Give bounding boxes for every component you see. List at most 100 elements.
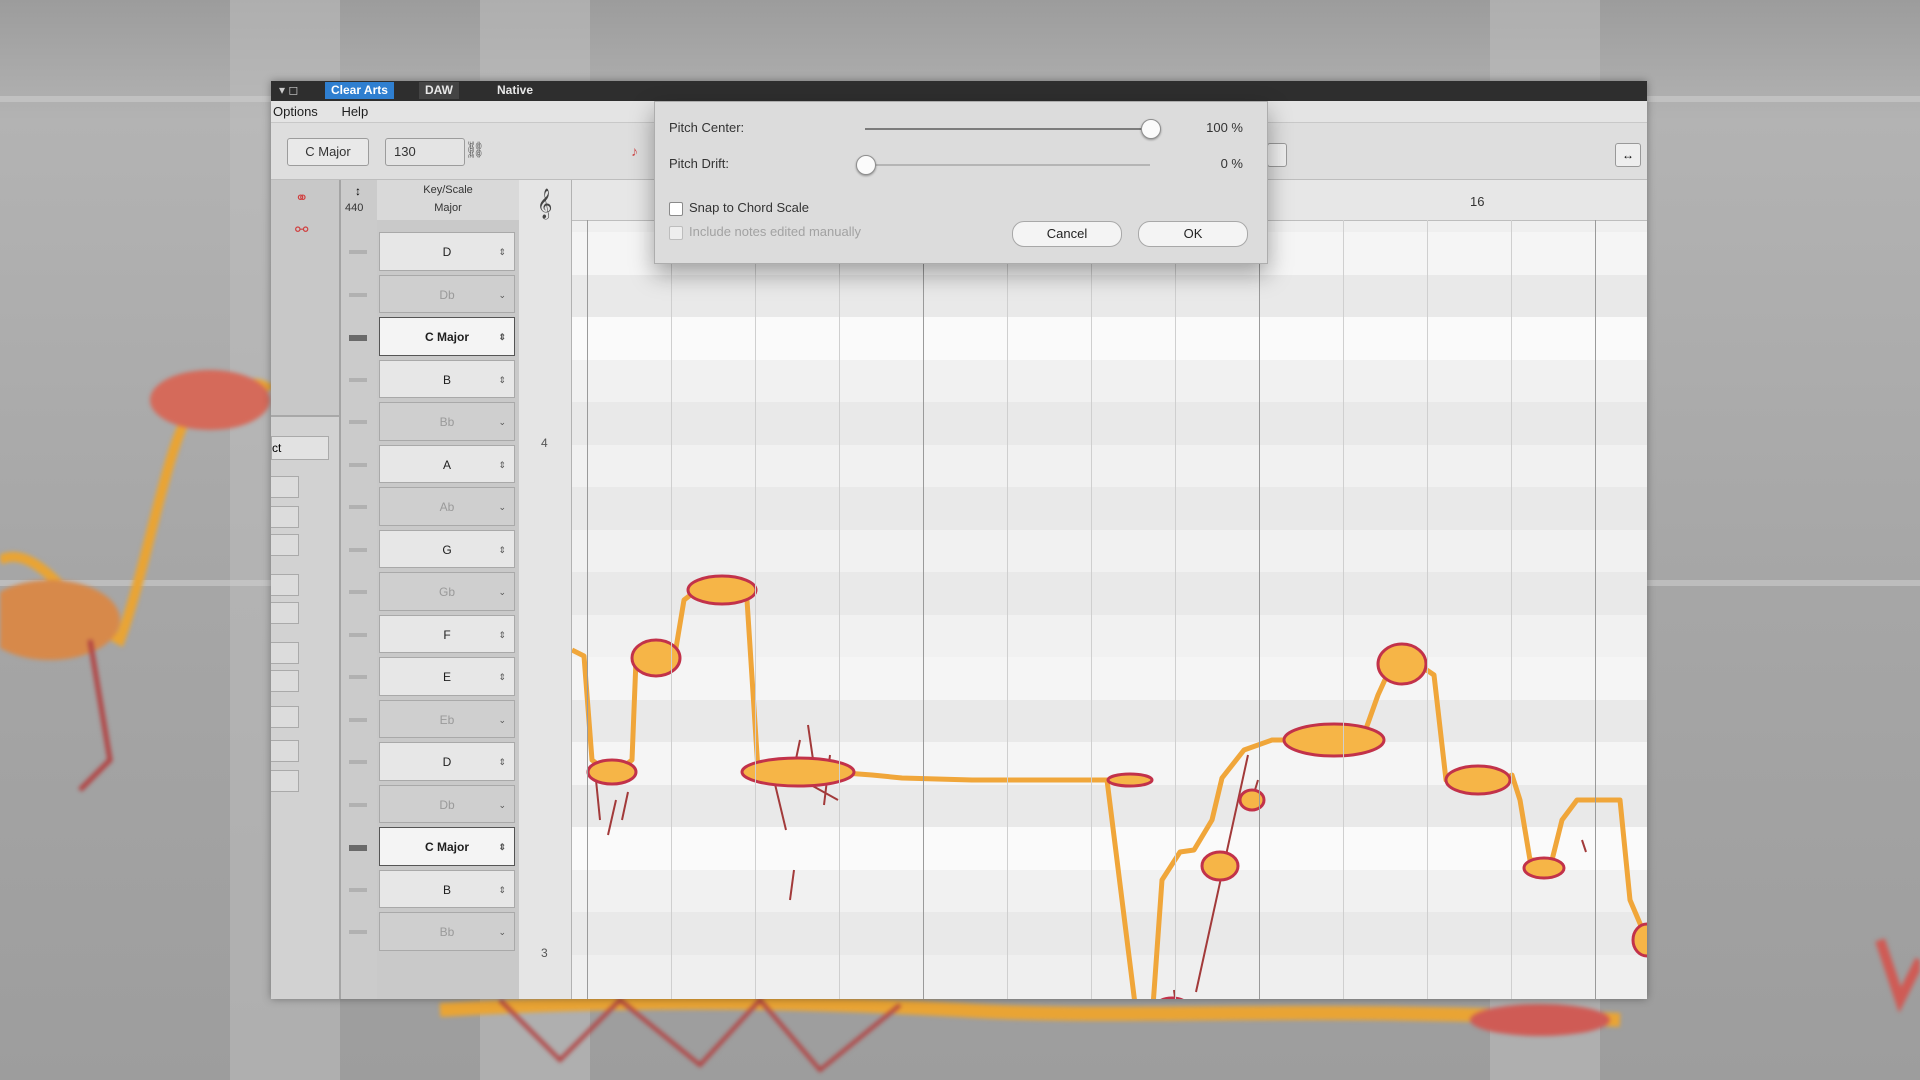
beat-line bbox=[671, 220, 672, 999]
stepper-icon[interactable]: ⌄ bbox=[498, 488, 506, 527]
pitch-center-slider[interactable] bbox=[865, 119, 1161, 139]
stepper-icon[interactable]: ⇕ bbox=[498, 743, 506, 782]
pitch-tool-icon[interactable]: ♪ bbox=[631, 143, 649, 165]
scale-note-natural[interactable]: A ⇕ bbox=[379, 444, 515, 485]
inspector-field[interactable] bbox=[271, 534, 299, 556]
pitch-drift-slider[interactable] bbox=[856, 155, 1150, 175]
note-blob[interactable] bbox=[1238, 788, 1266, 812]
scale-note-sharp[interactable]: Db ⌄ bbox=[379, 274, 515, 315]
scale-note-natural[interactable]: B ⇕ bbox=[379, 359, 515, 400]
zoom-tool-icon[interactable]: ↔ bbox=[1615, 143, 1641, 167]
inspector-field[interactable] bbox=[271, 602, 299, 624]
stepper-icon[interactable]: ⌄ bbox=[498, 573, 506, 612]
note-blob[interactable] bbox=[740, 756, 856, 788]
note-blob[interactable] bbox=[586, 758, 638, 786]
link-icon[interactable]: ⛓ bbox=[463, 138, 487, 164]
ok-button[interactable]: OK bbox=[1138, 221, 1248, 247]
stepper-icon[interactable]: ⇕ bbox=[498, 233, 506, 272]
ruler-arrow-icon[interactable]: ↕ bbox=[355, 184, 361, 198]
scale-note-major[interactable]: C Major ⇕ bbox=[379, 317, 515, 356]
note-editor-grid[interactable]: 16 bbox=[572, 180, 1647, 999]
correct-button[interactable]: ct bbox=[271, 436, 329, 460]
tempo-field[interactable]: 130 bbox=[385, 138, 465, 166]
scale-note-sharp[interactable]: Eb ⌄ bbox=[379, 699, 515, 740]
stepper-icon[interactable]: ⇕ bbox=[498, 616, 506, 655]
stepper-icon[interactable]: ⌄ bbox=[498, 786, 506, 825]
scale-note-label: D bbox=[442, 245, 452, 259]
ruler-tick bbox=[349, 292, 367, 297]
scale-note-major[interactable]: C Major ⇕ bbox=[379, 827, 515, 866]
note-blob[interactable] bbox=[1282, 722, 1386, 758]
tab-native[interactable]: Native bbox=[491, 82, 539, 99]
stepper-icon[interactable]: ⇕ bbox=[498, 828, 506, 867]
note-blob[interactable] bbox=[1200, 850, 1240, 882]
beat-line bbox=[1595, 220, 1596, 999]
tab-active[interactable]: Clear Arts bbox=[325, 82, 394, 99]
pitch-detail-line bbox=[607, 799, 617, 836]
tab-daw[interactable]: DAW bbox=[419, 82, 459, 99]
pitch-center-thumb[interactable] bbox=[1141, 119, 1161, 139]
macro-icon[interactable]: ⚭ bbox=[295, 188, 315, 207]
beat-line bbox=[1091, 220, 1092, 999]
inspector-field[interactable] bbox=[271, 706, 299, 728]
inspector-top: ⚭ ⚯ bbox=[271, 180, 339, 417]
note-blob[interactable] bbox=[1106, 772, 1154, 788]
scale-note-sharp[interactable]: Ab ⌄ bbox=[379, 487, 515, 526]
scale-note-natural[interactable]: D ⇕ bbox=[379, 232, 515, 271]
stepper-icon[interactable]: ⌄ bbox=[498, 276, 506, 315]
stepper-icon[interactable]: ⇕ bbox=[498, 361, 506, 400]
stepper-icon[interactable]: ⇕ bbox=[498, 658, 506, 697]
cancel-button[interactable]: Cancel bbox=[1012, 221, 1122, 247]
note-blob[interactable] bbox=[1631, 922, 1647, 958]
stepper-icon[interactable]: ⇕ bbox=[498, 446, 506, 485]
inspector-field[interactable] bbox=[271, 642, 299, 664]
stepper-icon[interactable]: ⇕ bbox=[498, 871, 506, 910]
stepper-icon[interactable]: ⌄ bbox=[498, 701, 506, 740]
inspector-field[interactable] bbox=[271, 670, 299, 692]
pitch-center-value: 100 % bbox=[1206, 120, 1243, 135]
pitch-drift-thumb[interactable] bbox=[856, 155, 876, 175]
scale-note-natural[interactable]: G ⇕ bbox=[379, 529, 515, 570]
scale-note-natural[interactable]: F ⇕ bbox=[379, 614, 515, 655]
scale-note-natural[interactable]: E ⇕ bbox=[379, 657, 515, 696]
checkbox-icon bbox=[669, 225, 683, 240]
snap-to-chord-scale-checkbox[interactable]: Snap to Chord Scale bbox=[669, 200, 809, 216]
inspector-field[interactable] bbox=[271, 506, 299, 528]
ruler-tick bbox=[349, 845, 367, 852]
ruler-tick bbox=[349, 590, 367, 595]
stepper-icon[interactable]: ⌄ bbox=[498, 403, 506, 442]
stepper-icon[interactable]: ⌄ bbox=[498, 913, 506, 952]
scale-note-sharp[interactable]: Db ⌄ bbox=[379, 784, 515, 825]
checkbox-icon[interactable] bbox=[669, 201, 683, 216]
tool-button-icon[interactable] bbox=[1267, 143, 1287, 167]
window-controls-icon[interactable]: ▾ ◻ bbox=[279, 83, 298, 97]
key-scale-label: Key/Scale bbox=[423, 184, 473, 196]
key-selector[interactable]: C Major bbox=[287, 138, 369, 166]
note-blob[interactable] bbox=[1152, 996, 1192, 999]
scale-note-label: Db bbox=[439, 797, 455, 812]
stepper-icon[interactable]: ⇕ bbox=[498, 531, 506, 570]
key-scale-header[interactable]: Key/Scale Major bbox=[377, 180, 519, 221]
scale-note-natural[interactable]: D ⇕ bbox=[379, 742, 515, 781]
scale-note-natural[interactable]: B ⇕ bbox=[379, 869, 515, 910]
inspector-field[interactable] bbox=[271, 574, 299, 596]
beat-line bbox=[755, 220, 756, 999]
menu-options[interactable]: Options bbox=[273, 104, 318, 119]
scale-note-sharp[interactable]: Bb ⌄ bbox=[379, 402, 515, 441]
inspector-field[interactable] bbox=[271, 770, 299, 792]
correct-icon[interactable]: ⚯ bbox=[295, 220, 315, 239]
note-blob[interactable] bbox=[1376, 642, 1428, 686]
note-blob[interactable] bbox=[686, 574, 758, 606]
stepper-icon[interactable]: ⇕ bbox=[498, 318, 506, 357]
menu-help[interactable]: Help bbox=[341, 104, 368, 119]
note-blob[interactable] bbox=[630, 638, 682, 678]
treble-clef-icon[interactable]: 𝄞 bbox=[537, 188, 552, 220]
ruler-tick bbox=[349, 462, 367, 467]
note-blob[interactable] bbox=[1522, 856, 1566, 880]
inspector-field[interactable] bbox=[271, 740, 299, 762]
inspector-field[interactable] bbox=[271, 476, 299, 498]
scale-note-sharp[interactable]: Bb ⌄ bbox=[379, 912, 515, 951]
note-blob[interactable] bbox=[1444, 764, 1512, 796]
scale-note-sharp[interactable]: Gb ⌄ bbox=[379, 572, 515, 611]
pitch-blobs[interactable] bbox=[572, 180, 1647, 999]
